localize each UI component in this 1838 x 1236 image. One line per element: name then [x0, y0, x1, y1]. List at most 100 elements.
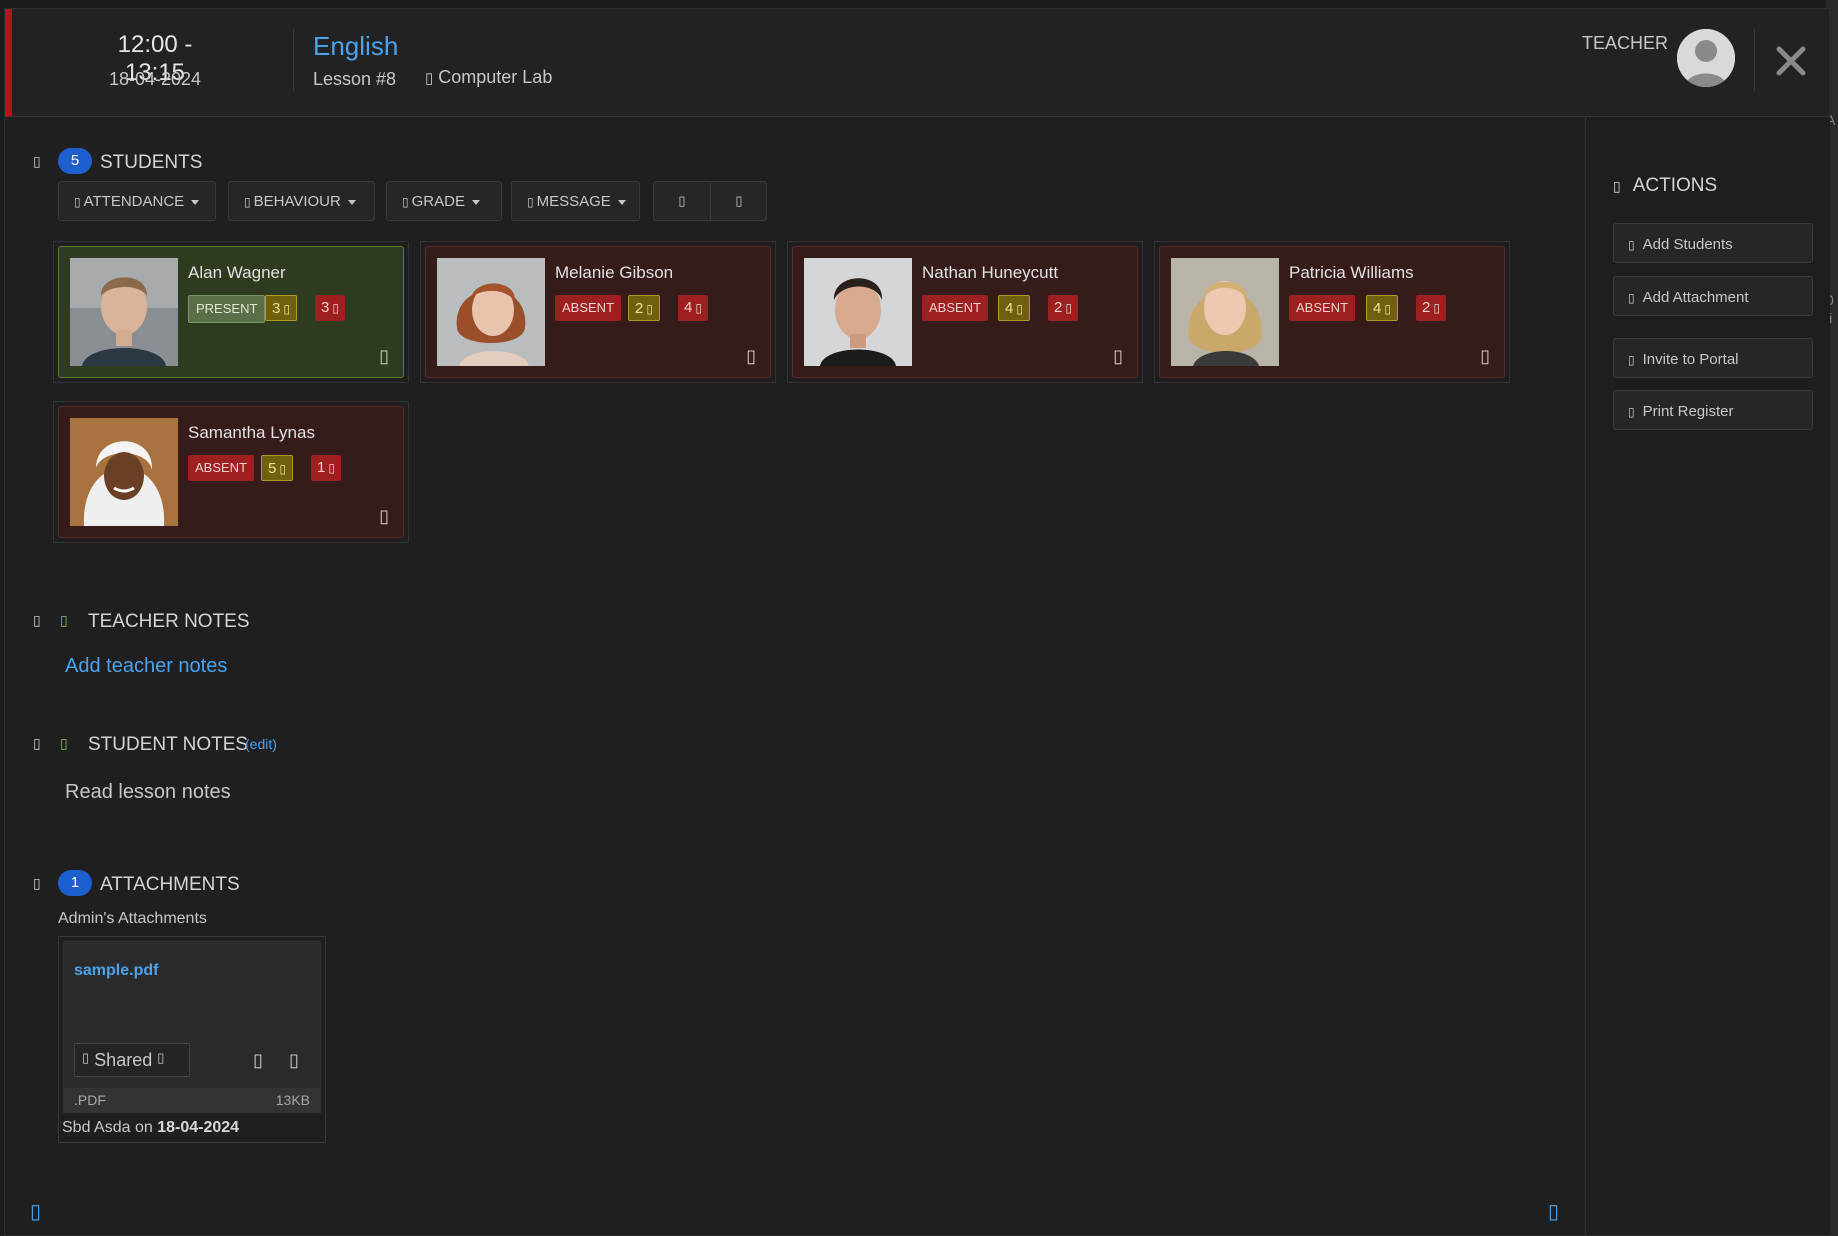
grade-dropdown[interactable]: ▯ GRADE: [386, 181, 502, 221]
teacher-label: TEACHER: [1582, 33, 1669, 53]
notes-icon: ▯: [60, 612, 68, 628]
notes-icon: ▯: [60, 735, 68, 751]
demerit-icon: ▯: [332, 301, 339, 315]
add-teacher-notes-link[interactable]: Add teacher notes: [65, 655, 227, 678]
merit-badge[interactable]: 4 ▯: [998, 295, 1030, 321]
student-card[interactable]: Alan Wagner PRESENT 3 ▯ 3 ▯ ▯: [58, 246, 404, 378]
expand-icon[interactable]: ▯: [1548, 1199, 1559, 1224]
student-options-icon[interactable]: ▯: [379, 506, 389, 527]
demerit-badge[interactable]: 3 ▯: [315, 295, 345, 321]
attachment-preview: sample.pdf ▯ Shared ▯ ▯ ▯ .PDF 13KB: [63, 941, 321, 1113]
attendance-status-badge[interactable]: ABSENT: [1289, 295, 1356, 321]
attendance-status-badge[interactable]: ABSENT: [922, 295, 989, 321]
collapse-toggle-icon[interactable]: ▯: [33, 875, 41, 892]
share-dropdown[interactable]: ▯ Shared ▯: [74, 1043, 190, 1077]
collapse-toggle-icon[interactable]: ▯: [33, 735, 41, 752]
expand-icon[interactable]: ▯: [30, 1199, 41, 1224]
invite-icon: ▯: [1628, 353, 1635, 367]
add-attachment-button[interactable]: ▯ Add Attachment: [1613, 276, 1813, 316]
delete-icon[interactable]: ▯: [289, 1050, 299, 1071]
student-card[interactable]: Melanie Gibson ABSENT 2 ▯ 4 ▯ ▯: [425, 246, 771, 378]
button-label: Print Register: [1642, 403, 1734, 420]
behaviour-dropdown[interactable]: ▯ BEHAVIOUR: [228, 181, 375, 221]
demerit-badge[interactable]: 1 ▯: [311, 455, 341, 481]
student-name[interactable]: Alan Wagner: [188, 263, 286, 283]
caret-down-icon: [617, 199, 626, 205]
demerit-badge[interactable]: 2 ▯: [1048, 295, 1078, 321]
merit-badge[interactable]: 3 ▯: [265, 295, 297, 321]
student-name[interactable]: Patricia Williams: [1289, 263, 1414, 283]
invite-to-portal-button[interactable]: ▯ Invite to Portal: [1613, 338, 1813, 378]
download-icon[interactable]: ▯: [253, 1050, 263, 1071]
demerit-badge[interactable]: 4 ▯: [678, 295, 708, 321]
teacher-notes-title: TEACHER NOTES: [88, 611, 250, 632]
demerit-badge[interactable]: 2 ▯: [1416, 295, 1446, 321]
chevron-down-icon: ▯: [157, 1050, 165, 1065]
actions-title: ▯ ACTIONS: [1613, 175, 1717, 197]
merit-icon: ▯: [646, 302, 653, 316]
close-button[interactable]: [1774, 44, 1808, 78]
merit-count: 2: [635, 300, 644, 317]
student-options-icon[interactable]: ▯: [746, 346, 756, 367]
merit-badge[interactable]: 5 ▯: [261, 455, 293, 481]
list-view-button[interactable]: ▯: [711, 182, 767, 220]
attendance-status-badge[interactable]: PRESENT: [188, 295, 266, 323]
student-card[interactable]: Patricia Williams ABSENT 4 ▯ 2 ▯ ▯: [1159, 246, 1505, 378]
merit-icon: ▯: [283, 302, 290, 316]
merit-count: 3: [272, 300, 281, 317]
uploader: Sbd Asda on: [62, 1119, 153, 1136]
demerit-count: 1: [317, 459, 326, 476]
button-label: Add Attachment: [1642, 289, 1749, 306]
attachments-subtitle: Admin's Attachments: [58, 910, 207, 927]
uploaded-by: Sbd Asda on 18-04-2024: [62, 1119, 239, 1137]
demerit-count: 3: [321, 299, 330, 316]
behaviour-icon: ▯: [244, 195, 251, 209]
modal-header: 12:00 - 13:15 18-04-2024 English Lesson …: [5, 9, 1829, 117]
merit-icon: ▯: [1016, 302, 1023, 316]
divider: [293, 29, 294, 91]
attendance-status-badge[interactable]: ABSENT: [188, 455, 255, 481]
merit-badge[interactable]: 2 ▯: [628, 295, 660, 321]
student-name[interactable]: Nathan Huneycutt: [922, 263, 1058, 283]
button-label: Invite to Portal: [1642, 351, 1739, 368]
teacher-avatar[interactable]: [1677, 29, 1735, 87]
dropdown-label: MESSAGE: [536, 193, 611, 210]
attachment-file-link[interactable]: sample.pdf: [74, 962, 158, 980]
lesson-modal: 12:00 - 13:15 18-04-2024 English Lesson …: [4, 8, 1830, 1236]
dropdown-label: BEHAVIOUR: [253, 193, 341, 210]
attendance-status-badge[interactable]: ABSENT: [555, 295, 622, 321]
attendance-icon: ▯: [74, 195, 81, 209]
edit-student-notes-link[interactable]: (edit): [245, 736, 277, 752]
grid-view-button[interactable]: ▯: [654, 182, 710, 220]
student-name[interactable]: Melanie Gibson: [555, 263, 673, 283]
student-options-icon[interactable]: ▯: [1113, 346, 1123, 367]
button-label: Add Students: [1642, 236, 1733, 253]
attachment-count-badge: 1: [58, 870, 92, 896]
student-card[interactable]: Samantha Lynas ABSENT 5 ▯ 1 ▯ ▯: [58, 406, 404, 538]
student-options-icon[interactable]: ▯: [1480, 346, 1490, 367]
shared-label: Shared: [94, 1050, 153, 1070]
collapse-toggle-icon[interactable]: ▯: [33, 153, 41, 170]
merit-badge[interactable]: 4 ▯: [1366, 295, 1398, 321]
student-notes-title: STUDENT NOTES: [88, 734, 249, 755]
message-icon: ▯: [527, 195, 534, 209]
message-dropdown[interactable]: ▯ MESSAGE: [511, 181, 640, 221]
student-card[interactable]: Nathan Huneycutt ABSENT 4 ▯ 2 ▯ ▯: [792, 246, 1138, 378]
dropdown-label: GRADE: [411, 193, 465, 210]
actions-icon: ▯: [1613, 178, 1621, 194]
student-card-wrapper: Samantha Lynas ABSENT 5 ▯ 1 ▯ ▯: [53, 401, 409, 543]
print-register-button[interactable]: ▯ Print Register: [1613, 390, 1813, 430]
add-students-button[interactable]: ▯ Add Students: [1613, 223, 1813, 263]
student-notes-text: Read lesson notes: [65, 781, 231, 803]
student-options-icon[interactable]: ▯: [379, 346, 389, 367]
room-name: Computer Lab: [438, 67, 553, 87]
student-photo: [70, 418, 178, 526]
user-icon: [1677, 29, 1735, 87]
merit-icon: ▯: [279, 462, 286, 476]
student-photo: [437, 258, 545, 366]
student-name[interactable]: Samantha Lynas: [188, 423, 315, 443]
file-size: 13KB: [275, 1092, 310, 1108]
attendance-dropdown[interactable]: ▯ ATTENDANCE: [58, 181, 216, 221]
caret-down-icon: [347, 199, 356, 205]
collapse-toggle-icon[interactable]: ▯: [33, 612, 41, 629]
